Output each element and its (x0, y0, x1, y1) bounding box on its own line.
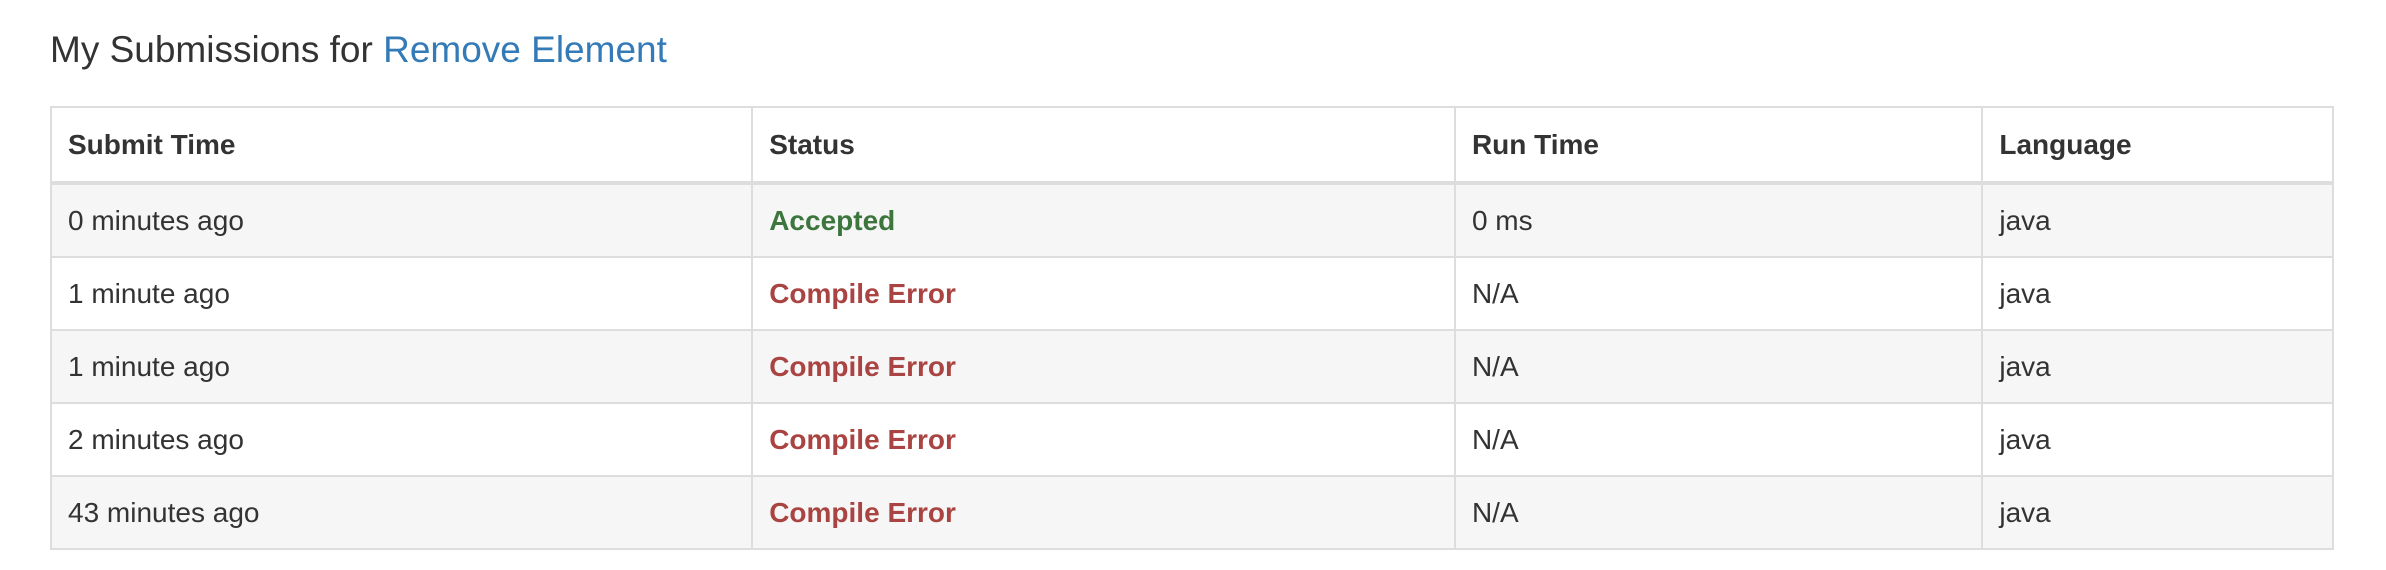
status-link[interactable]: Accepted (769, 205, 895, 236)
status-link[interactable]: Compile Error (769, 424, 956, 455)
status-cell: Compile Error (751, 256, 1456, 331)
status-link[interactable]: Compile Error (769, 351, 956, 382)
run-time-cell: 0 ms (1453, 182, 1984, 258)
submit-time-cell: 2 minutes ago (49, 402, 754, 477)
table-header-row: Submit Time Status Run Time Language (49, 106, 2334, 185)
column-header-status: Status (751, 106, 1456, 185)
page-title-prefix: My Submissions for (50, 29, 384, 70)
submissions-page: My Submissions for Remove Element Submit… (0, 0, 2386, 570)
status-link[interactable]: Compile Error (769, 278, 956, 309)
status-cell: Compile Error (751, 475, 1456, 550)
table-row: 1 minute ago Compile Error N/A java (49, 256, 2334, 331)
submit-time-cell: 0 minutes ago (49, 182, 754, 258)
run-time-cell: N/A (1453, 402, 1984, 477)
language-cell: java (1981, 402, 2334, 477)
table-row: 1 minute ago Compile Error N/A java (49, 329, 2334, 404)
problem-link[interactable]: Remove Element (383, 29, 667, 70)
column-header-language: Language (1981, 106, 2334, 185)
run-time-cell: N/A (1453, 256, 1984, 331)
table-row: 2 minutes ago Compile Error N/A java (49, 402, 2334, 477)
page-title: My Submissions for Remove Element (50, 22, 667, 78)
table-row: 43 minutes ago Compile Error N/A java (49, 475, 2334, 550)
column-header-submit-time: Submit Time (49, 106, 754, 185)
column-header-run-time: Run Time (1453, 106, 1984, 185)
language-cell: java (1981, 256, 2334, 331)
status-cell: Accepted (751, 182, 1456, 258)
submit-time-cell: 43 minutes ago (49, 475, 754, 550)
submit-time-cell: 1 minute ago (49, 329, 754, 404)
run-time-cell: N/A (1453, 475, 1984, 550)
status-cell: Compile Error (751, 402, 1456, 477)
submit-time-cell: 1 minute ago (49, 256, 754, 331)
run-time-cell: N/A (1453, 329, 1984, 404)
status-cell: Compile Error (751, 329, 1456, 404)
status-link[interactable]: Compile Error (769, 497, 956, 528)
language-cell: java (1981, 182, 2334, 258)
language-cell: java (1981, 329, 2334, 404)
table-row: 0 minutes ago Accepted 0 ms java (49, 182, 2334, 258)
submissions-table: Submit Time Status Run Time Language 0 m… (49, 106, 2334, 550)
language-cell: java (1981, 475, 2334, 550)
